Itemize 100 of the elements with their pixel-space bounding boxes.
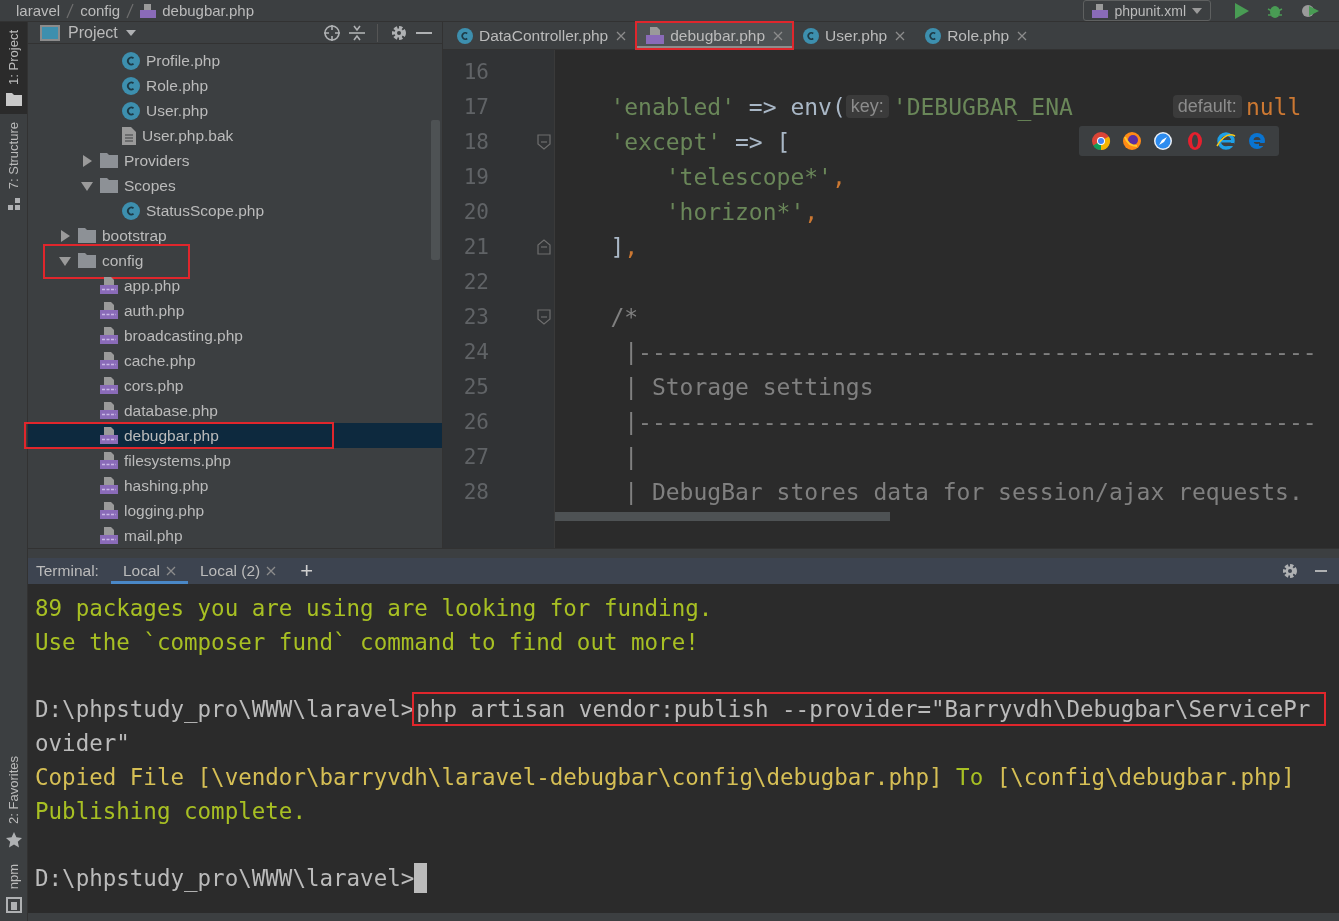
run-icon[interactable] [1235,2,1249,19]
code-text: , [804,198,819,225]
browser-icon[interactable] [1090,131,1111,151]
breadcrumb-item[interactable]: config [80,2,121,19]
code-text: 'except' [609,128,722,155]
fold-marker-icon[interactable] [537,308,551,325]
tree-item[interactable]: User.php.bak [28,123,442,148]
caret-icon [1192,7,1202,14]
scrollbar[interactable] [555,512,890,521]
browser-icon[interactable] [1153,131,1174,151]
fold-marker-icon[interactable] [537,133,551,150]
tree-item[interactable]: mail.php [28,523,442,548]
new-tab-button[interactable]: + [288,558,326,584]
expand-arrow-icon[interactable] [59,229,71,242]
terminal-text: D:\phpstudy_pro\WWW\laravel> [35,865,415,891]
code-text: 'horizon*' [664,198,805,225]
code-text: 'DEBUGBAR_ENA [892,93,1073,120]
code-text: /* [609,303,639,330]
breadcrumb-item[interactable]: laravel [16,2,61,19]
parameter-hint: default: [1172,95,1242,118]
code-text: 'telescope*' [664,163,832,190]
locate-icon[interactable] [323,23,341,42]
tree-item[interactable]: Role.php [28,73,442,98]
path-separator-icon [66,2,75,19]
tree-item[interactable]: bootstrap [28,223,442,248]
tool-window-tab[interactable]: 2: Favorites [0,747,27,856]
terminal-tab[interactable]: Local (2) [187,558,289,584]
coverage-icon[interactable] [1301,2,1319,19]
tool-window-tab[interactable]: npm [0,855,27,921]
tree-item[interactable]: StatusScope.php [28,198,442,223]
editor-tab[interactable]: debugbar.php [636,22,794,49]
fold-marker-icon[interactable] [537,238,551,255]
code-text: | DebugBar stores data for session/ajax requests. [623,478,1303,505]
code-text: | Storage settings [623,373,874,400]
terminal-text: To [956,764,984,790]
tree-item[interactable]: broadcasting.php [28,323,442,348]
terminal-text: php artisan vendor:publish --provider="Barryvdh\Debugbar\ServicePr [414,694,1325,724]
editor-tab[interactable]: User.php [793,22,916,49]
terminal-text: Use the `composer fund` command to find out more! [35,629,699,655]
path-separator-icon [126,2,135,19]
terminal-text: Copied File [\vendor\barryvdh\laravel-debugbar\config\debugbar.php] [35,764,943,790]
code-text: => [ [734,128,791,155]
terminal-text: 89 packages you are using are looking for funding. [35,595,713,621]
package-icon [5,897,22,913]
code-text: | [623,443,639,470]
tree-item[interactable]: Profile.php [28,48,442,73]
code-text: 'enabled' [609,93,735,120]
tree-item[interactable]: Scopes [28,173,442,198]
parameter-hint: key: [845,95,889,118]
code-text: , [624,233,639,260]
tree-item[interactable]: User.php [28,98,442,123]
expand-arrow-icon[interactable] [81,154,93,167]
code-text: null [1245,93,1302,120]
tree-item[interactable]: auth.php [28,298,442,323]
collapse-all-icon[interactable] [349,23,365,42]
close-icon[interactable] [773,30,784,41]
tree-item[interactable]: hashing.php [28,473,442,498]
breadcrumb-item[interactable]: debugbar.php [162,2,254,19]
tree-item[interactable]: cors.php [28,373,442,398]
settings-icon[interactable] [1281,562,1299,580]
close-icon[interactable] [895,30,906,41]
star-icon [5,831,22,848]
close-icon[interactable] [165,566,176,576]
php-file-icon [140,3,157,18]
panel-title[interactable]: Project [68,23,118,42]
run-config-dropdown[interactable]: phpunit.xml [1083,0,1211,21]
project-window-icon [40,24,60,41]
minimize-icon[interactable] [1315,569,1327,573]
settings-icon[interactable] [390,23,408,42]
close-icon[interactable] [616,30,627,41]
code-text: => env( [747,93,846,120]
tree-item[interactable]: filesystems.php [28,448,442,473]
tree-item[interactable]: database.php [28,398,442,423]
tree-item[interactable]: app.php [28,273,442,298]
expand-arrow-icon[interactable] [81,179,93,192]
folder-icon [5,92,22,106]
code-text: , [831,163,846,190]
browser-icon[interactable] [1122,131,1142,151]
expand-arrow-icon[interactable] [59,254,71,267]
tree-item[interactable]: Providers [28,148,442,173]
tree-item[interactable]: logging.php [28,498,442,523]
close-icon[interactable] [266,566,277,576]
browser-icon[interactable] [1215,131,1236,151]
code-text: ] [609,233,625,260]
editor-tab[interactable]: DataController.php [447,22,637,49]
tree-item[interactable]: config [28,248,442,273]
tool-window-tab[interactable]: 1: Project [0,22,27,114]
editor-tab[interactable]: Role.php [915,22,1038,49]
code-text: |------------------------------------------------- [623,408,1317,435]
terminal-text: ovider" [35,730,130,756]
terminal-tab[interactable]: Local [110,558,188,584]
terminal-text: D:\phpstudy_pro\WWW\laravel> [35,696,415,722]
tool-window-tab[interactable]: 7: Structure [0,113,27,220]
close-icon[interactable] [1017,30,1028,41]
code-text: |------------------------------------------------- [623,338,1317,365]
tree-item[interactable]: cache.php [28,348,442,373]
terminal-label: Terminal: [36,561,99,581]
terminal-text: Publishing complete. [35,798,306,824]
structure-icon [6,197,21,212]
caret-icon[interactable] [125,29,136,36]
